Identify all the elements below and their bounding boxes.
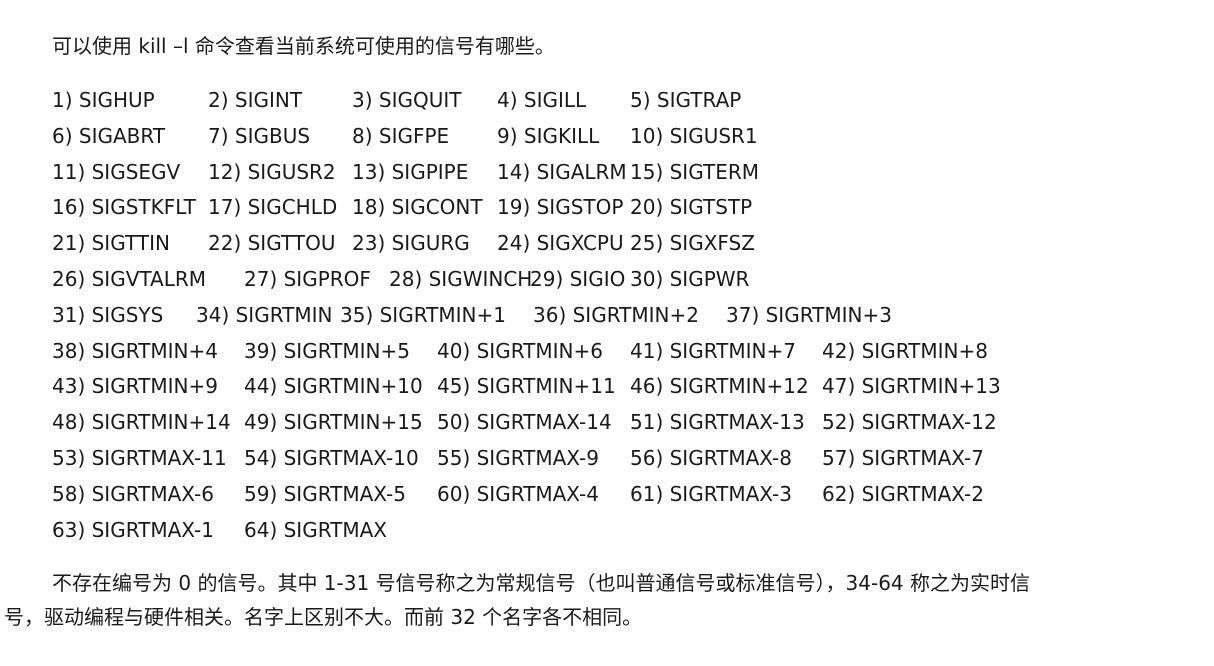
signal-entry: 37) SIGRTMIN+3 (726, 302, 892, 327)
signal-row: 58) SIGRTMAX-6 59) SIGRTMAX-5 60) SIGRTMAX… (0, 476, 1214, 512)
signal-entry: 59) SIGRTMAX-5 (244, 481, 406, 506)
signal-entry: 5) SIGTRAP (630, 88, 742, 112)
signal-row: 6) SIGABRT 7) SIGBUS 8) SIGFPE 9) SIGKILL 10… (0, 118, 1214, 154)
signal-entry: 7) SIGBUS (208, 123, 311, 148)
signal-row: 48) SIGRTMIN+14 49) SIGRTMIN+15 50) SIGRTM… (0, 404, 1214, 440)
signal-row: 43) SIGRTMIN+9 44) SIGRTMIN+10 45) SIGRTMI… (0, 368, 1214, 404)
signal-entry: 55) SIGRTMAX-9 (437, 446, 599, 470)
signal-entry: 12) SIGUSR2 (208, 159, 336, 184)
signal-entry: 9) SIGKILL (497, 123, 600, 148)
signal-entry: 48) SIGRTMIN+14 (52, 410, 231, 435)
signal-entry: 21) SIGTTIN (52, 231, 170, 256)
signal-entry: 31) SIGSYS (52, 302, 164, 327)
signal-entry: 16) SIGSTKFLT (52, 195, 196, 220)
signal-entry: 42) SIGRTMIN+8 (822, 338, 988, 363)
signal-entry: 54) SIGRTMAX-10 (244, 446, 419, 470)
signal-entry: 46) SIGRTMIN+12 (630, 374, 809, 399)
signal-entry: 14) SIGALRM (497, 159, 627, 184)
signal-entry: 34) SIGRTMIN (196, 302, 333, 327)
signal-entry: 58) SIGRTMAX-6 (52, 481, 214, 506)
signal-entry: 36) SIGRTMIN+2 (533, 302, 699, 327)
signal-row: 38) SIGRTMIN+4 39) SIGRTMIN+5 40) SIGRTMIN… (0, 333, 1214, 369)
signal-entry: 28) SIGWINCH (389, 267, 533, 291)
signal-row: 26) SIGVTALRM 27) SIGPROF 28) SIGWINCH 29) … (0, 261, 1214, 297)
signal-row: 11) SIGSEGV 12) SIGUSR2 13) SIGPIPE 14) SIG… (0, 154, 1214, 190)
intro-paragraph: 可以使用 kill –l 命令查看当前系统可使用的信号有哪些。 (52, 34, 555, 58)
signal-entry: 27) SIGPROF (244, 267, 371, 291)
signal-row: 63) SIGRTMAX-1 64) SIGRTMAX (0, 512, 1214, 548)
footer-line-1: 不存在编号为 0 的信号。其中 1-31 号信号称之为常规信号（也叫普通信号或标… (52, 571, 1031, 595)
signal-entry: 22) SIGTTOU (208, 231, 336, 256)
signal-entry: 60) SIGRTMAX-4 (437, 481, 599, 506)
signal-entry: 13) SIGPIPE (352, 159, 469, 184)
signal-row: 53) SIGRTMAX-11 54) SIGRTMAX-10 55) SIGRTM… (0, 440, 1214, 476)
signal-entry: 35) SIGRTMIN+1 (340, 302, 506, 327)
signal-entry: 62) SIGRTMAX-2 (822, 481, 984, 506)
signal-entry: 53) SIGRTMAX-11 (52, 446, 227, 470)
signal-entry: 1) SIGHUP (52, 88, 155, 112)
footer-paragraph: 不存在编号为 0 的信号。其中 1-31 号信号称之为常规信号（也叫普通信号或标… (4, 566, 1210, 634)
signal-entry: 3) SIGQUIT (352, 88, 462, 112)
signal-row: 16) SIGSTKFLT 17) SIGCHLD 18) SIGCONT 19) S… (0, 189, 1214, 225)
signal-entry: 61) SIGRTMAX-3 (630, 481, 792, 506)
signal-entry: 29) SIGIO (530, 267, 626, 291)
signal-row: 21) SIGTTIN 22) SIGTTOU 23) SIGURG 24) SIGX… (0, 225, 1214, 261)
signal-entry: 64) SIGRTMAX (244, 517, 387, 542)
signal-entry: 18) SIGCONT (352, 195, 483, 220)
signal-row: 31) SIGSYS 34) SIGRTMIN 35) SIGRTMIN+1 36) … (0, 297, 1214, 333)
signal-entry: 17) SIGCHLD (208, 195, 338, 220)
signal-entry: 38) SIGRTMIN+4 (52, 338, 218, 363)
signal-entry: 45) SIGRTMIN+11 (437, 374, 616, 399)
signal-entry: 20) SIGTSTP (630, 195, 753, 220)
signal-entry: 4) SIGILL (497, 88, 587, 112)
signal-entry: 50) SIGRTMAX-14 (437, 410, 612, 435)
signal-entry: 57) SIGRTMAX-7 (822, 446, 984, 470)
signal-entry: 11) SIGSEGV (52, 159, 181, 184)
signal-entry: 19) SIGSTOP (497, 195, 624, 220)
signal-entry: 25) SIGXFSZ (630, 231, 755, 256)
signal-entry: 10) SIGUSR1 (630, 123, 758, 148)
signal-entry: 49) SIGRTMIN+15 (244, 410, 423, 435)
footer-line-2: 号，驱动编程与硬件相关。名字上区别不大。而前 32 个名字各不相同。 (4, 605, 643, 629)
signal-entry: 51) SIGRTMAX-13 (630, 410, 805, 435)
signal-entry: 40) SIGRTMIN+6 (437, 338, 603, 363)
signal-entry: 15) SIGTERM (630, 159, 759, 184)
signal-entry: 26) SIGVTALRM (52, 267, 207, 291)
signal-entry: 39) SIGRTMIN+5 (244, 338, 410, 363)
signal-entry: 2) SIGINT (208, 88, 303, 112)
signal-entry: 52) SIGRTMAX-12 (822, 410, 997, 435)
signal-entry: 44) SIGRTMIN+10 (244, 374, 423, 399)
document-page: 可以使用 kill –l 命令查看当前系统可使用的信号有哪些。 1) SIGHU… (0, 0, 1214, 666)
signal-row: 1) SIGHUP 2) SIGINT 3) SIGQUIT 4) SIGILL 5) … (0, 82, 1214, 118)
signal-entry: 41) SIGRTMIN+7 (630, 338, 796, 363)
signal-entry: 56) SIGRTMAX-8 (630, 446, 792, 470)
signal-entry: 63) SIGRTMAX-1 (52, 517, 214, 542)
signal-entry: 8) SIGFPE (352, 123, 450, 148)
signal-entry: 23) SIGURG (352, 231, 470, 256)
signal-entry: 24) SIGXCPU (497, 231, 624, 256)
signal-entry: 47) SIGRTMIN+13 (822, 374, 1001, 399)
signal-entry: 30) SIGPWR (630, 267, 750, 291)
signal-entry: 43) SIGRTMIN+9 (52, 374, 218, 399)
signal-entry: 6) SIGABRT (52, 123, 166, 148)
